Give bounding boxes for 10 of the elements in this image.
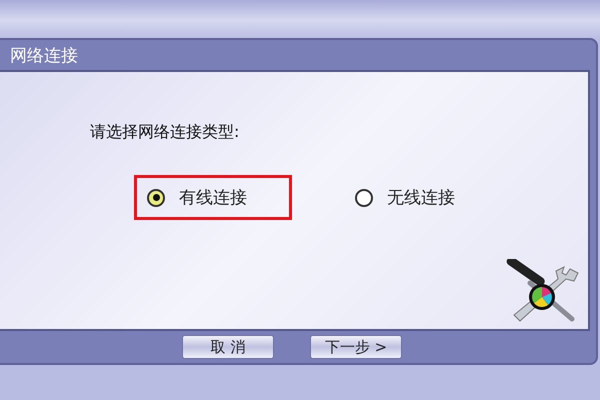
- dialog-title: 网络连接: [9, 44, 79, 68]
- option-label: 无线连接: [387, 187, 455, 209]
- dialog-button[interactable]: 下一步 >: [310, 335, 402, 359]
- dialog-button[interactable]: 取 消: [182, 335, 274, 359]
- prompt-text: 请选择网络连接类型:: [90, 122, 240, 143]
- radio-option[interactable]: 有线连接: [134, 175, 292, 220]
- radio-button[interactable]: [355, 188, 373, 206]
- radio-button[interactable]: [147, 188, 165, 206]
- option-label: 有线连接: [179, 187, 247, 209]
- radio-option[interactable]: 无线连接: [342, 175, 500, 220]
